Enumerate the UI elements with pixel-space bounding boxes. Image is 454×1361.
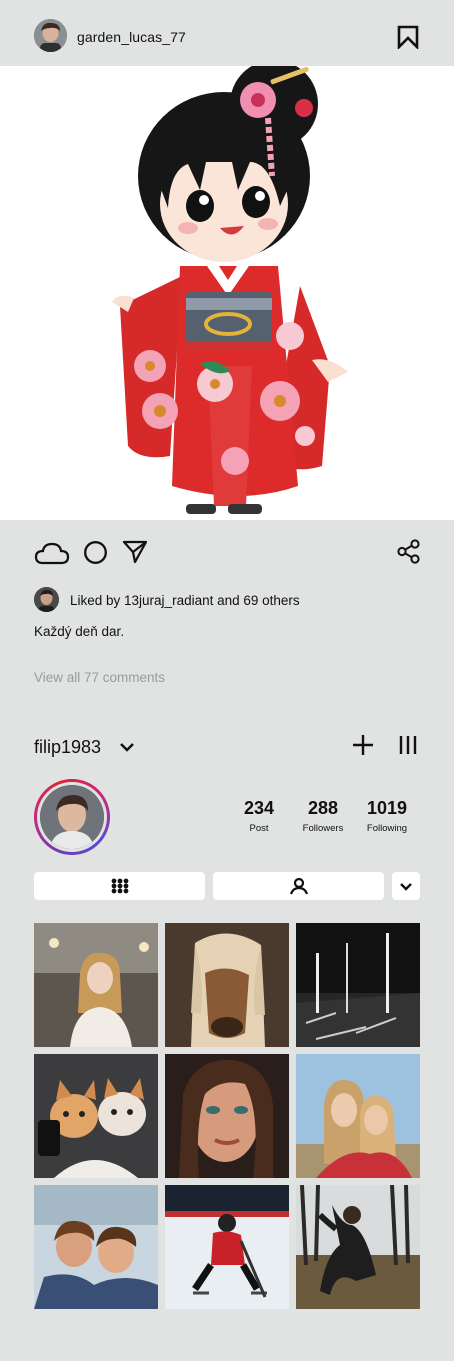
grid-photo[interactable] <box>296 1054 420 1178</box>
stat-followers[interactable]: 288 Followers <box>293 798 353 834</box>
grid-photo[interactable] <box>296 923 420 1047</box>
post-image[interactable] <box>0 66 454 520</box>
tab-posts-grid[interactable] <box>34 872 205 900</box>
stat-posts-label: Post <box>249 823 269 834</box>
post-header <box>0 0 454 66</box>
send-icon[interactable] <box>122 540 148 564</box>
bookmark-icon[interactable] <box>397 25 419 49</box>
stat-posts[interactable]: 234 Post <box>229 798 289 834</box>
chevron-down-icon[interactable] <box>119 741 135 753</box>
grid-photo[interactable] <box>34 1054 158 1178</box>
cloud-icon[interactable] <box>34 540 70 566</box>
stat-following[interactable]: 1019 Following <box>357 798 417 834</box>
stat-followers-value: 288 <box>307 798 339 818</box>
post-username[interactable]: garden_lucas_77 <box>77 29 186 45</box>
chevron-down-icon <box>400 883 412 891</box>
stat-following-value: 1019 <box>366 798 408 818</box>
stat-followers-label: Followers <box>302 823 344 834</box>
stat-following-label: Following <box>366 823 408 834</box>
post-caption: Každý deň dar. <box>34 624 125 639</box>
comment-circle-icon[interactable] <box>83 540 108 565</box>
grid-icon <box>111 878 129 894</box>
tab-more[interactable] <box>392 872 420 900</box>
view-comments-link[interactable]: View all 77 comments <box>34 670 165 685</box>
liker-avatar[interactable] <box>34 587 59 612</box>
grid-photo[interactable] <box>296 1185 420 1309</box>
menu-icon[interactable] <box>399 735 417 755</box>
likes-text[interactable]: Liked by 13juraj_radiant and 69 others <box>70 593 300 608</box>
grid-photo[interactable] <box>34 1185 158 1309</box>
profile-username[interactable]: filip1983 <box>34 737 101 758</box>
grid-photo[interactable] <box>165 923 289 1047</box>
plus-icon[interactable] <box>352 734 374 756</box>
profile-avatar-ring[interactable] <box>34 779 110 855</box>
post-author-avatar[interactable] <box>34 19 67 52</box>
share-icon[interactable] <box>396 539 421 564</box>
profile-avatar[interactable] <box>40 785 104 849</box>
grid-photo[interactable] <box>165 1054 289 1178</box>
tab-tagged[interactable] <box>213 872 384 900</box>
stat-posts-value: 234 <box>243 798 275 818</box>
grid-photo[interactable] <box>34 923 158 1047</box>
tagged-user-icon <box>290 877 308 895</box>
grid-photo[interactable] <box>165 1185 289 1309</box>
kimono-girl-illustration <box>0 66 454 520</box>
